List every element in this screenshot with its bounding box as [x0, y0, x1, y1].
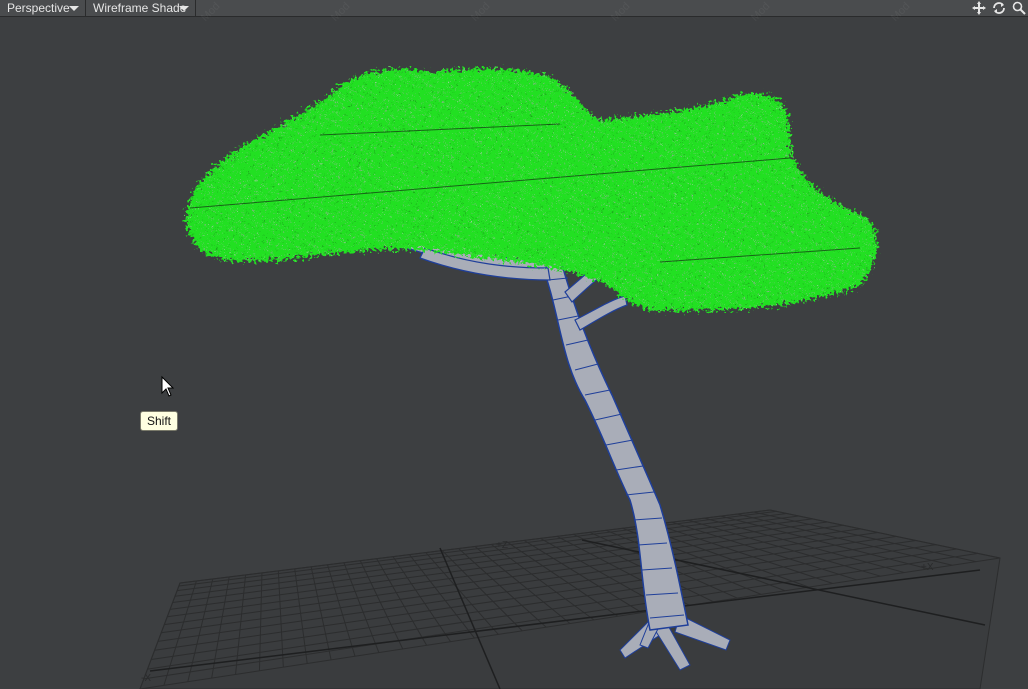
view-mode-label: Perspective — [7, 1, 70, 15]
rotate-view-icon[interactable] — [990, 0, 1008, 16]
chevron-down-icon — [69, 6, 79, 11]
mouse-cursor-icon — [161, 375, 175, 397]
shade-mode-label: Wireframe Shade — [93, 1, 187, 15]
move-view-icon[interactable] — [970, 0, 988, 16]
axis-label-z: +Z — [496, 540, 508, 551]
viewport[interactable]: Perspective Wireframe Shade Mod Mod Mod … — [0, 0, 1028, 689]
modifier-key-tooltip: Shift — [140, 411, 179, 431]
view-mode-dropdown[interactable]: Perspective — [0, 0, 86, 16]
scene-canvas[interactable]: +Z +X -X — [0, 16, 1028, 689]
ground-grid — [139, 509, 1001, 689]
viewport-toolbar: Perspective Wireframe Shade — [0, 0, 1028, 17]
axis-label-x-negative: -X — [141, 673, 151, 684]
axis-label-x-positive: +X — [921, 562, 934, 573]
shade-mode-dropdown[interactable]: Wireframe Shade — [86, 0, 196, 16]
chevron-down-icon — [179, 6, 189, 11]
zoom-view-icon[interactable] — [1010, 0, 1028, 16]
